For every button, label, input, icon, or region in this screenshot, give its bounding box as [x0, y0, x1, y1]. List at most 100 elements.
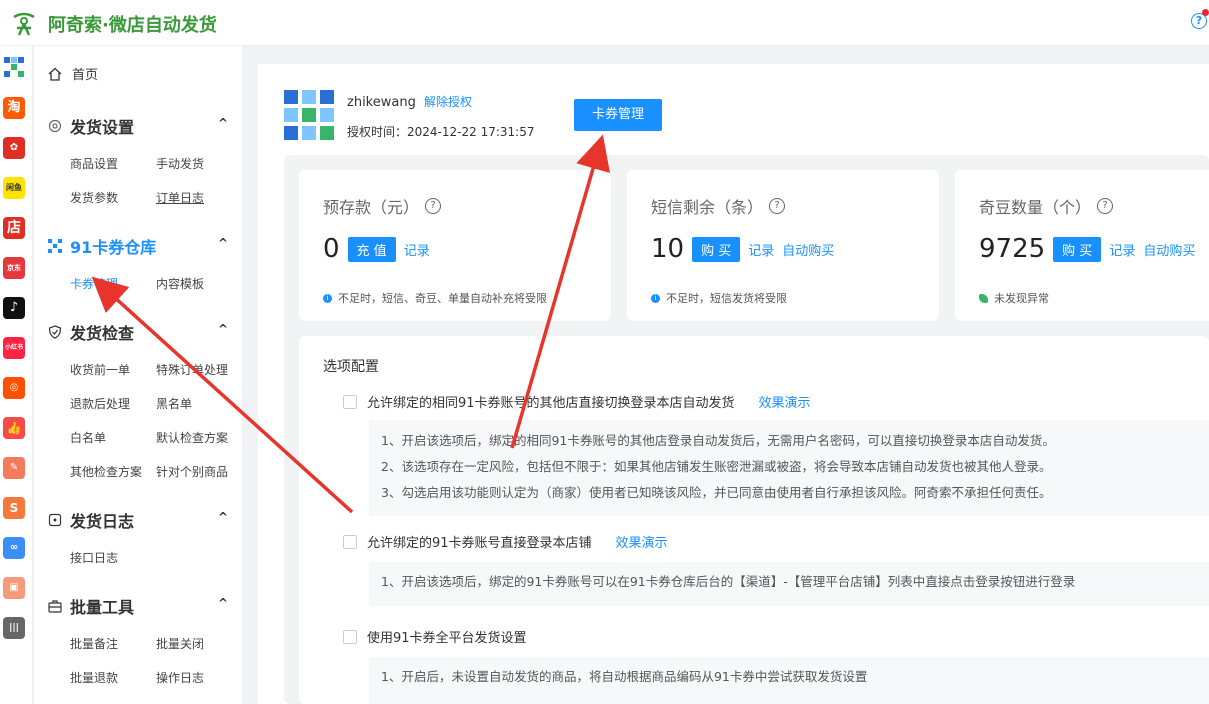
- question-icon[interactable]: ?: [1097, 198, 1114, 214]
- grid-icon[interactable]: [3, 56, 25, 78]
- buy-sms-button[interactable]: 购 买: [692, 236, 741, 262]
- section-delivery-check[interactable]: 发货检查 ^: [48, 320, 228, 344]
- auto-buy-link[interactable]: 自动购买: [1143, 240, 1195, 259]
- option-switch-login[interactable]: 允许绑定的相同91卡券账号的其他店直接切换登录本店自动发货 效果演示: [343, 392, 811, 411]
- sidebar-item-default-check[interactable]: 默认检查方案: [156, 429, 228, 446]
- option-all-platform[interactable]: 使用91卡券全平台发货设置: [343, 627, 527, 646]
- chevron-up-icon: ^: [217, 236, 228, 250]
- stat-title: 短信剩余（条）?: [651, 194, 786, 218]
- account-name: zhikewang: [347, 95, 416, 110]
- sms-value: 10: [651, 234, 685, 264]
- stat-card-sms: 短信剩余（条）? 10 购 买 记录 自动购买 i 不足时，短信发货将受限: [627, 170, 939, 321]
- option-description: 1、开启后，未设置自动发货的商品，将自动根据商品编码从91卡券中尝试获取发货设置: [369, 657, 1209, 704]
- platform-rail: 淘 ✿ 闲鱼 店 京东 ♪ 小红书 ◎ 👍 ✎ S ∞ ▣ |||: [0, 46, 33, 704]
- log-icon: [48, 513, 62, 527]
- description-line: 1、开启后，未设置自动发货的商品，将自动根据商品编码从91卡券中尝试获取发货设置: [381, 669, 868, 684]
- demo-link[interactable]: 效果演示: [616, 532, 668, 551]
- chevron-up-icon: ^: [217, 510, 228, 524]
- toolbox-icon: [48, 600, 62, 613]
- checkbox[interactable]: [343, 394, 357, 409]
- 91-card-logo: [284, 90, 334, 140]
- record-link[interactable]: 记录: [1109, 240, 1135, 259]
- thumb-icon[interactable]: 👍: [3, 417, 25, 439]
- option-label: 允许绑定的相同91卡券账号的其他店直接切换登录本店自动发货: [367, 396, 735, 411]
- pinduoduo-icon[interactable]: ✿: [3, 137, 25, 159]
- stat-note: 未发现异常: [979, 290, 1049, 306]
- auth-time: 授权时间：2024-12-22 17:31:57: [347, 123, 534, 140]
- option-description: 1、开启该选项后，绑定的91卡券账号可以在91卡券仓库后台的【渠道】-【管理平台…: [369, 562, 1209, 606]
- sidebar-item-batch-refund[interactable]: 批量退款: [70, 669, 118, 686]
- checkbox[interactable]: [343, 534, 357, 549]
- shield-icon: [48, 325, 62, 339]
- demo-link[interactable]: 效果演示: [759, 392, 811, 411]
- section-delivery-log[interactable]: 发货日志 ^: [48, 508, 228, 532]
- sidebar: 首页 发货设置 ^ 商品设置 手动发货 发货参数 订单日志 91卡券仓库 ^ 卡…: [34, 46, 242, 704]
- sidebar-item-manual-delivery[interactable]: 手动发货: [156, 155, 204, 172]
- chevron-up-icon: ^: [217, 596, 228, 610]
- section-title: 发货设置: [70, 118, 135, 137]
- section-title: 发货检查: [70, 324, 135, 343]
- auth-time-label: 授权时间：: [347, 125, 408, 139]
- sidebar-item-blacklist[interactable]: 黑名单: [156, 395, 192, 412]
- card-management-button[interactable]: 卡券管理: [574, 99, 662, 131]
- description-line: 1、开启该选项后，绑定的相同91卡券账号的其他店登录自动发货后，无需用户名密码，…: [381, 433, 1055, 448]
- sidebar-item-card-management[interactable]: 卡券管理: [70, 275, 118, 292]
- section-title: 发货日志: [70, 512, 135, 531]
- store-icon[interactable]: 店: [3, 217, 25, 239]
- sidebar-item-whitelist[interactable]: 白名单: [70, 429, 106, 446]
- barcode-icon[interactable]: |||: [3, 617, 25, 639]
- stat-row: 0 充 值 记录: [323, 234, 430, 264]
- sidebar-item-content-template[interactable]: 内容模板: [156, 275, 204, 292]
- checkbox[interactable]: [343, 629, 357, 644]
- stat-row: 10 购 买 记录 自动购买: [651, 234, 834, 264]
- sidebar-item-special-orders[interactable]: 特殊订单处理: [156, 361, 228, 378]
- question-icon[interactable]: ?: [425, 198, 442, 214]
- unbind-link[interactable]: 解除授权: [424, 95, 472, 109]
- chevron-up-icon: ^: [217, 322, 228, 336]
- sidebar-item-batch-remark[interactable]: 批量备注: [70, 635, 118, 652]
- section-title: 91卡券仓库: [70, 238, 157, 257]
- jd-icon[interactable]: 京东: [3, 257, 25, 279]
- gear-icon: [48, 119, 62, 133]
- douyin-icon[interactable]: ♪: [3, 297, 25, 319]
- shop-icon[interactable]: 闲鱼: [3, 177, 25, 199]
- buy-beans-button[interactable]: 购 买: [1053, 236, 1102, 262]
- sidebar-item-batch-close[interactable]: 批量关闭: [156, 635, 204, 652]
- stat-row: 9725 购 买 记录 自动购买: [979, 234, 1195, 264]
- auto-buy-link[interactable]: 自动购买: [782, 240, 834, 259]
- edit-icon[interactable]: ✎: [3, 457, 25, 479]
- record-link[interactable]: 记录: [748, 240, 774, 259]
- stat-note: i 不足时，短信发货将受限: [651, 290, 787, 306]
- account-name-row: zhikewang 解除授权: [347, 93, 472, 110]
- sidebar-item-specific-products[interactable]: 针对个别商品: [156, 463, 228, 480]
- link-icon[interactable]: ∞: [3, 537, 25, 559]
- taobao-icon[interactable]: 淘: [3, 97, 25, 119]
- sidebar-item-order-log[interactable]: 订单日志: [156, 189, 204, 206]
- description-line: 3、勾选启用该功能则认定为（商家）使用者已知晓该风险，并已同意由使用者自行承担该…: [381, 485, 1052, 500]
- question-icon[interactable]: ?: [769, 198, 786, 214]
- stat-note: i 不足时，短信、奇豆、单量自动补充将受限: [323, 290, 547, 306]
- sidebar-item-api-log[interactable]: 接口日志: [70, 549, 118, 566]
- gift-icon[interactable]: ▣: [3, 577, 25, 599]
- xiaohongshu-icon[interactable]: 小红书: [3, 337, 25, 359]
- sidebar-item-product-settings[interactable]: 商品设置: [70, 155, 118, 172]
- sidebar-item-delivery-params[interactable]: 发货参数: [70, 189, 118, 206]
- section-title: 批量工具: [70, 598, 135, 617]
- record-link[interactable]: 记录: [404, 240, 430, 259]
- sidebar-item-operation-log[interactable]: 操作日志: [156, 669, 204, 686]
- s-icon[interactable]: S: [3, 497, 25, 519]
- option-label: 使用91卡券全平台发货设置: [367, 631, 527, 646]
- sidebar-item-before-receipt[interactable]: 收货前一单: [70, 361, 130, 378]
- nav-home[interactable]: 首页: [48, 64, 98, 83]
- option-direct-login[interactable]: 允许绑定的91卡券账号直接登录本店铺 效果演示: [343, 532, 668, 551]
- sidebar-item-other-check[interactable]: 其他检查方案: [70, 463, 142, 480]
- kuaishou-icon[interactable]: ◎: [3, 377, 25, 399]
- top-bar: 阿奇索·微店自动发货 ?: [0, 0, 1209, 46]
- section-delivery-settings[interactable]: 发货设置 ^: [48, 114, 228, 138]
- section-batch-tools[interactable]: 批量工具 ^: [48, 594, 228, 618]
- recharge-button[interactable]: 充 值: [347, 236, 396, 262]
- sidebar-item-after-refund[interactable]: 退款后处理: [70, 395, 130, 412]
- section-91-card-warehouse[interactable]: 91卡券仓库 ^: [48, 234, 228, 258]
- stat-title: 奇豆数量（个）?: [979, 194, 1114, 218]
- info-icon: i: [651, 293, 660, 303]
